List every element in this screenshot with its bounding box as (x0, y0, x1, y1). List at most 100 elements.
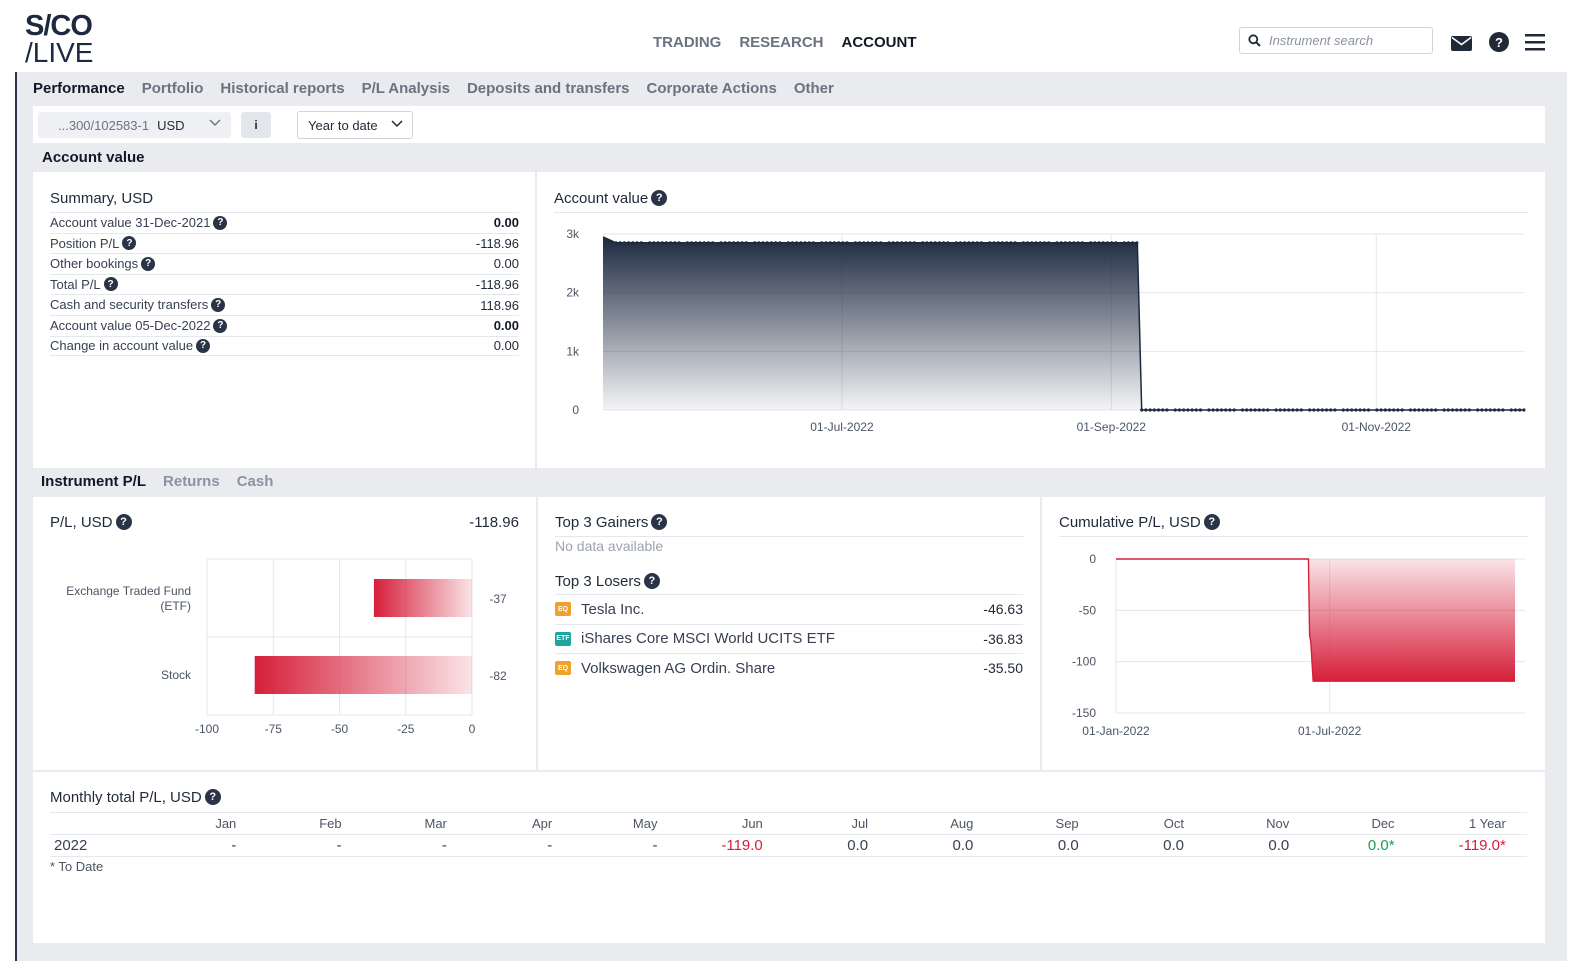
data-point (698, 241, 702, 245)
data-point (1105, 241, 1110, 245)
mail-icon[interactable] (1451, 36, 1472, 51)
nav-trading[interactable]: TRADING (653, 34, 721, 51)
loser-name[interactable]: Tesla Inc. (581, 601, 983, 618)
loser-row[interactable]: EQ Volkswagen AG Ordin. Share -35.50 (555, 653, 1023, 682)
loser-row[interactable]: EQ Tesla Inc. -46.63 (555, 594, 1023, 623)
monthly-cell: - (441, 837, 447, 854)
data-point (803, 241, 807, 245)
summary-row: Cash and security transfers? 118.96 (50, 294, 519, 315)
help-icon[interactable]: ? (213, 318, 228, 333)
data-point (1173, 408, 1177, 412)
bar-data-label: -37 (489, 592, 507, 606)
data-point (1186, 408, 1190, 412)
data-point (1089, 241, 1093, 245)
monthly-column-header: Mar (424, 816, 447, 831)
help-icon[interactable]: ? (651, 514, 668, 531)
tab-portfolio[interactable]: Portfolio (142, 80, 204, 97)
period-value: Year to date (308, 117, 378, 133)
data-point (1400, 408, 1404, 412)
tab-returns[interactable]: Returns (163, 473, 220, 490)
brand-logo[interactable]: S/CO /LIVE (25, 12, 115, 67)
monthly-cell: - (547, 837, 553, 854)
data-point (1434, 408, 1438, 412)
bar[interactable] (373, 579, 472, 617)
data-point (1257, 408, 1261, 412)
x-tick-label: 01-Jul-2022 (1298, 724, 1362, 738)
loser-row[interactable]: ETF iShares Core MSCI World UCITS ETF -36.… (555, 623, 1023, 653)
data-point (967, 241, 971, 245)
help-icon[interactable]: ? (196, 338, 211, 353)
help-icon[interactable]: ? (211, 297, 226, 312)
category-label: Stock (161, 668, 192, 682)
account-info-button[interactable]: i (241, 112, 271, 138)
account-selector[interactable]: ...300/102583-1 USD (38, 112, 231, 138)
tab-historical-reports[interactable]: Historical reports (220, 80, 344, 97)
summary-value: 0.00 (493, 318, 519, 334)
data-point (912, 241, 916, 245)
summary-panel: Summary, USD Account value 31-Dec-2021? 0… (33, 172, 535, 468)
data-point (1278, 408, 1282, 412)
data-point (1253, 408, 1257, 412)
tab-deposits-transfers[interactable]: Deposits and transfers (467, 80, 630, 97)
help-icon[interactable]: ? (204, 789, 221, 806)
data-point (1152, 408, 1156, 412)
help-icon[interactable]: ? (213, 215, 228, 230)
help-icon[interactable]: ? (141, 256, 156, 271)
menu-icon[interactable] (1525, 34, 1545, 51)
loser-name[interactable]: iShares Core MSCI World UCITS ETF (581, 630, 983, 647)
data-point (1287, 408, 1291, 412)
data-point (778, 241, 782, 245)
pl-tabs: Instrument P/L Returns Cash (41, 473, 273, 490)
tab-corporate-actions[interactable]: Corporate Actions (647, 80, 777, 97)
instrument-search-input[interactable]: Instrument search (1239, 27, 1433, 54)
data-point (727, 241, 732, 245)
data-point (1417, 408, 1421, 412)
summary-row: Other bookings? 0.00 (50, 253, 519, 274)
y-tick-label: -50 (1079, 603, 1097, 617)
help-icon[interactable]: ? (103, 277, 118, 292)
monthly-cell: -119.0 (721, 837, 763, 854)
tab-other[interactable]: Other (794, 80, 834, 97)
data-point (1232, 408, 1236, 412)
tab-instrument-pl[interactable]: Instrument P/L (41, 473, 146, 490)
monthly-header-row: Jan Feb Mar Apr May Jun Jul Aug Sep Oct Nov Dec 1 Ye… (50, 812, 1527, 834)
loser-name[interactable]: Volkswagen AG Ordin. Share (581, 660, 983, 677)
gainers-title: Top 3 Gainers? (555, 514, 668, 531)
data-point (1240, 408, 1245, 412)
tab-performance[interactable]: Performance (33, 80, 125, 97)
x-tick-label: 01-Sep-2022 (1077, 420, 1147, 434)
data-point (769, 241, 774, 245)
data-point (946, 241, 950, 245)
x-tick-label: -25 (397, 722, 415, 736)
data-point (1463, 408, 1467, 412)
tab-pl-analysis[interactable]: P/L Analysis (362, 80, 450, 97)
data-point (614, 241, 618, 245)
data-point (1274, 408, 1278, 412)
summary-label-text: Account value 05-Dec-2022 (50, 317, 211, 333)
data-point (1375, 408, 1379, 412)
data-point (1408, 408, 1413, 412)
data-point (1442, 408, 1446, 412)
account-currency: USD (157, 117, 185, 133)
data-point (1144, 408, 1148, 412)
data-point (841, 241, 845, 245)
cumulative-pl-area (1308, 559, 1515, 682)
help-icon[interactable]: ? (643, 573, 660, 590)
help-icon[interactable]: ? (1489, 32, 1509, 52)
bar[interactable] (254, 656, 472, 694)
period-selector[interactable]: Year to date (297, 111, 413, 139)
help-icon[interactable]: ? (122, 236, 137, 251)
data-point (1219, 408, 1224, 412)
nav-account[interactable]: ACCOUNT (842, 34, 917, 51)
x-tick-label: 01-Jul-2022 (810, 420, 874, 434)
bar-data-label: -82 (489, 669, 507, 683)
data-point (673, 241, 677, 245)
data-point (1156, 408, 1161, 412)
data-point (879, 241, 883, 245)
data-point (828, 241, 832, 245)
summary-row: Account value 05-Dec-2022? 0.00 (50, 314, 519, 336)
data-point (807, 241, 811, 245)
account-value-chart: 0 1k 2k 3k 01-Jul-2022 01-Sep-2022 01-Nov-2022 (566, 227, 1526, 434)
nav-research[interactable]: RESEARCH (739, 34, 823, 51)
tab-cash[interactable]: Cash (237, 473, 274, 490)
